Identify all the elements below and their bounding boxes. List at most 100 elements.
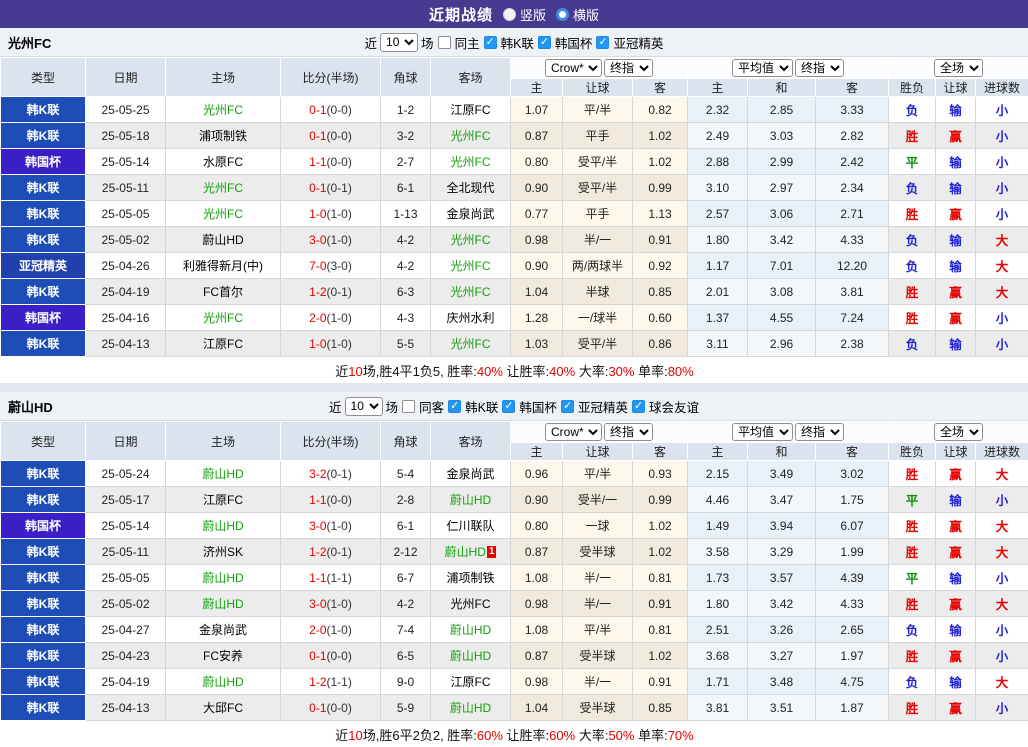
avg-draw: 4.55 (748, 305, 816, 331)
result-outcome: 平 (889, 149, 936, 175)
summary-segment: 让胜率: (503, 364, 549, 379)
league-label: 亚冠精英 (613, 33, 663, 52)
avg-away: 2.34 (816, 175, 889, 201)
result-outcome: 胜 (889, 279, 936, 305)
league-checkbox[interactable] (632, 400, 645, 413)
full-time-score: 1-2 (309, 675, 326, 689)
league-checkbox[interactable] (502, 400, 515, 413)
full-time-score: 0-1 (309, 129, 326, 143)
odds-handicap: 受平/半 (563, 331, 633, 357)
subcol-avg-draw: 和 (748, 79, 816, 97)
score-cell: 1-2(1-1) (281, 669, 381, 695)
match-count-select[interactable]: 10 (380, 33, 418, 52)
score-cell: 3-2(0-1) (281, 461, 381, 487)
result-goals: 小 (976, 305, 1028, 331)
subcol-avg-away: 客 (816, 443, 889, 461)
avg-home: 3.68 (688, 643, 748, 669)
subcol-avg-draw: 和 (748, 443, 816, 461)
result-handicap: 赢 (936, 539, 976, 565)
avg-away: 12.20 (816, 253, 889, 279)
odds-time-select[interactable]: 终指 (604, 423, 653, 441)
odds-handicap: 受平/半 (563, 149, 633, 175)
corner-score: 4-3 (381, 305, 431, 331)
league-checkbox[interactable] (596, 36, 609, 49)
odds-handicap: 受半/一 (563, 487, 633, 513)
avg-draw: 3.47 (748, 487, 816, 513)
subcol-result: 胜负 (889, 443, 936, 461)
league-label: 韩国杯 (555, 33, 593, 52)
odds-home: 0.98 (511, 227, 563, 253)
match-row: 韩K联25-05-24蔚山HD3-2(0-1)5-4金泉尚武0.96平/半0.9… (1, 461, 1028, 487)
odds-handicap: 受半球 (563, 643, 633, 669)
avg-away: 1.99 (816, 539, 889, 565)
layout-radio-vertical[interactable]: 竖版 (503, 5, 546, 24)
match-row: 韩K联25-04-23FC安养0-1(0-0)6-5蔚山HD0.87受半球1.0… (1, 643, 1028, 669)
home-team-cell: 光州FC (166, 305, 281, 331)
score-cell: 1-1(0-0) (281, 149, 381, 175)
avg-draw: 2.99 (748, 149, 816, 175)
odds-away: 1.02 (633, 513, 688, 539)
result-outcome: 负 (889, 97, 936, 123)
home-team-cell: 江原FC (166, 487, 281, 513)
col-type: 类型 (1, 422, 86, 461)
score-cell: 0-1(0-0) (281, 695, 381, 721)
full-time-score: 0-1 (309, 649, 326, 663)
odds-source-select[interactable]: Crow* (545, 59, 602, 77)
avg-away: 2.42 (816, 149, 889, 175)
subcol-result: 胜负 (889, 79, 936, 97)
odds-time-select[interactable]: 终指 (604, 59, 653, 77)
away-team-cell: 金泉尚武 (431, 201, 511, 227)
league-checkbox[interactable] (561, 400, 574, 413)
subcol-avg-home: 主 (688, 443, 748, 461)
odds-handicap: 半/一 (563, 227, 633, 253)
avg-away: 7.24 (816, 305, 889, 331)
scope-select[interactable]: 全场 (934, 423, 983, 441)
match-type-badge: 韩K联 (1, 279, 86, 305)
home-team: 大邱FC (203, 701, 243, 715)
away-team-cell: 仁川联队 (431, 513, 511, 539)
match-count-select[interactable]: 10 (345, 397, 383, 416)
away-team: 江原FC (451, 103, 491, 117)
league-checkbox[interactable] (448, 400, 461, 413)
summary-segment: 10 (348, 728, 362, 743)
summary-segment: 80% (668, 364, 694, 379)
score-cell: 1-0(1-0) (281, 201, 381, 227)
corner-score: 5-9 (381, 695, 431, 721)
league-checkbox[interactable] (538, 36, 551, 49)
avg-time-select[interactable]: 终指 (795, 423, 844, 441)
result-outcome: 胜 (889, 123, 936, 149)
scope-select[interactable]: 全场 (934, 59, 983, 77)
result-outcome: 胜 (889, 695, 936, 721)
summary-segment: 让胜率: (503, 728, 549, 743)
avg-away: 2.65 (816, 617, 889, 643)
col-home: 主场 (166, 58, 281, 97)
home-team: 蔚山HD (202, 519, 243, 533)
subcol-odds-handicap: 让球 (563, 443, 633, 461)
layout-radio-horizontal[interactable]: 横版 (556, 5, 599, 24)
avg-home: 3.11 (688, 331, 748, 357)
result-goals: 小 (976, 695, 1028, 721)
corner-score: 3-2 (381, 123, 431, 149)
odds-home: 0.98 (511, 591, 563, 617)
odds-handicap: 平手 (563, 201, 633, 227)
avg-home: 3.10 (688, 175, 748, 201)
half-time-score: (1-1) (327, 675, 352, 689)
avg-time-select[interactable]: 终指 (795, 59, 844, 77)
avg-source-select[interactable]: 平均值 (732, 59, 793, 77)
odds-handicap: 平/半 (563, 97, 633, 123)
col-type: 类型 (1, 58, 86, 97)
score-cell: 1-0(1-0) (281, 331, 381, 357)
same-venue-checkbox[interactable] (402, 400, 415, 413)
away-team-cell: 光州FC (431, 279, 511, 305)
away-team-cell: 光州FC (431, 123, 511, 149)
avg-home: 2.88 (688, 149, 748, 175)
odds-source-select[interactable]: Crow* (545, 423, 602, 441)
avg-draw: 3.51 (748, 695, 816, 721)
same-venue-checkbox[interactable] (438, 36, 451, 49)
match-row: 韩K联25-05-02蔚山HD3-0(1-0)4-2光州FC0.98半/一0.9… (1, 591, 1028, 617)
corner-score: 4-2 (381, 227, 431, 253)
away-team: 江原FC (451, 675, 491, 689)
subcol-goals: 进球数 (976, 443, 1028, 461)
avg-source-select[interactable]: 平均值 (732, 423, 793, 441)
league-checkbox[interactable] (484, 36, 497, 49)
